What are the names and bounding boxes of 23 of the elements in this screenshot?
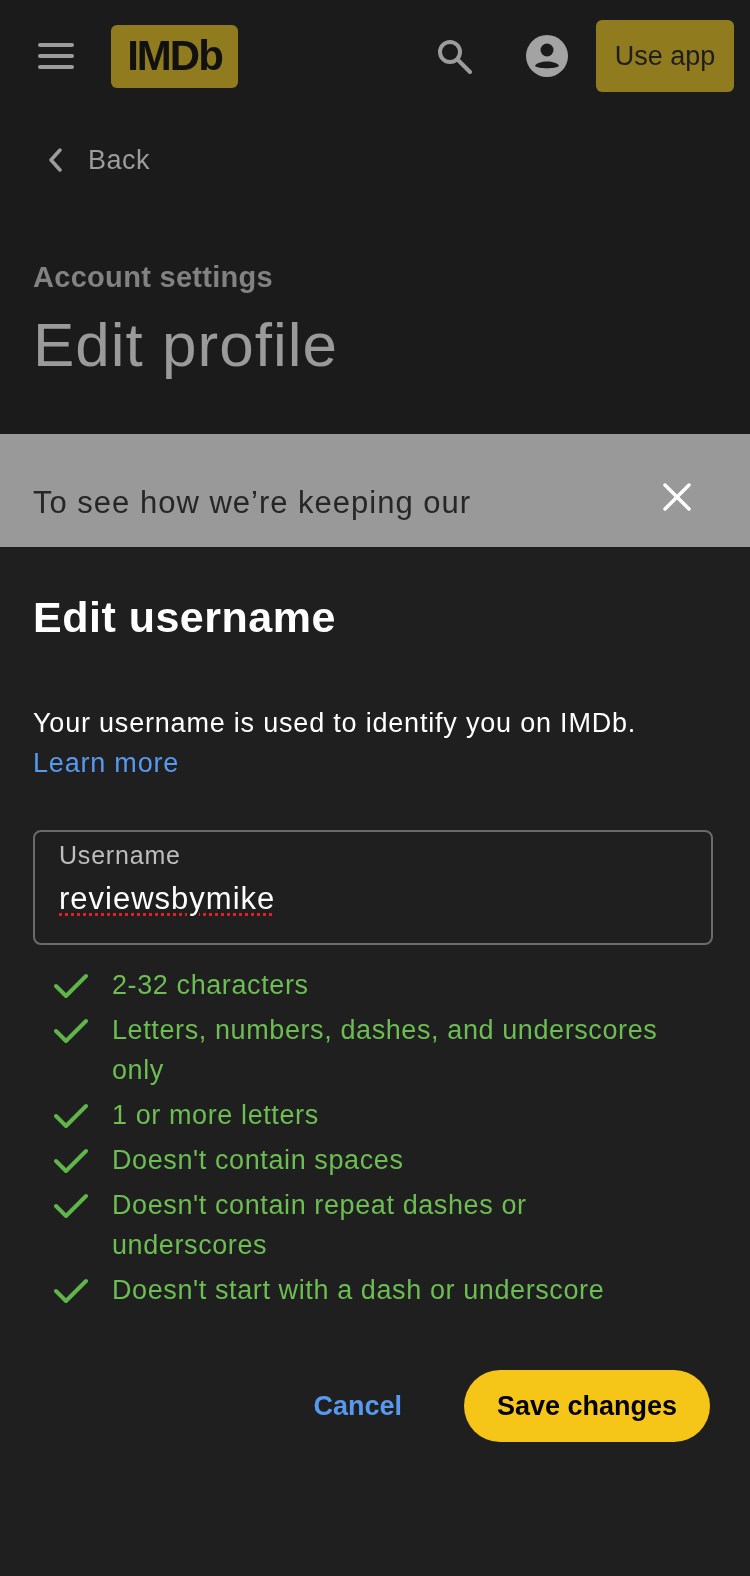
save-button[interactable]: Save changes [464,1370,710,1442]
account-icon[interactable] [526,35,568,77]
requirement-text: 2-32 characters [112,969,310,1002]
back-link[interactable]: Back [48,144,151,176]
cancel-button[interactable]: Cancel [313,1390,402,1422]
imdb-logo[interactable]: IMDb [111,24,238,88]
learn-more-link[interactable]: Learn more [33,743,180,783]
use-app-button[interactable]: Use app [596,20,734,92]
close-icon[interactable] [662,482,692,512]
menu-icon[interactable] [38,43,74,69]
dialog-title: Edit username [33,592,336,642]
banner-text: To see how we’re keeping our [33,484,473,522]
chevron-left-icon [48,148,62,172]
requirement-text: 1 or more letters [112,1099,320,1132]
requirement-text: Doesn't contain repeat dashes or underscores [112,1189,528,1262]
requirement-text: Doesn't contain spaces [112,1144,405,1177]
requirement-text: Letters, numbers, dashes, and underscores only [112,1014,659,1087]
section-label: Account settings [33,260,275,294]
requirement-text: Doesn't start with a dash or underscore [112,1274,606,1307]
search-icon[interactable] [436,38,472,74]
username-field[interactable]: Username reviewsbymike [33,830,713,945]
description-text: Your username is used to identify you on IMDb. [33,707,637,740]
page-title: Edit profile [33,310,339,380]
